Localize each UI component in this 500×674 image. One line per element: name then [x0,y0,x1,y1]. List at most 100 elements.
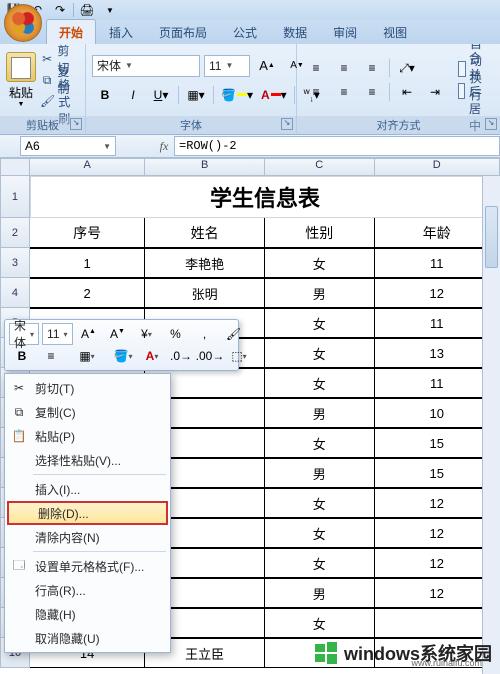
mini-comma[interactable]: , [192,323,218,345]
select-all-corner[interactable] [0,158,30,176]
orientation-button[interactable]: ⤢▾ [394,57,420,79]
tab-home[interactable]: 开始 [46,19,96,44]
tab-review[interactable]: 审阅 [320,19,370,44]
grow-font-button[interactable]: A▲ [254,55,280,77]
cell[interactable]: 序号 [30,218,146,248]
align-left-button[interactable]: ≡ [303,81,329,103]
ctx-paste[interactable]: 📋粘贴(P) [5,424,170,448]
ctx-copy[interactable]: ⧉复制(C) [5,400,170,424]
name-box[interactable]: A6▼ [20,136,116,156]
tab-view[interactable]: 视图 [370,19,420,44]
cell[interactable]: 张明 [145,278,265,308]
mini-percent[interactable]: % [163,323,189,345]
row-header[interactable]: 4 [0,278,30,308]
vertical-scrollbar[interactable] [482,176,500,674]
cell[interactable]: 男 [265,578,375,608]
decrease-indent-button[interactable]: ⇤ [394,81,420,103]
cell[interactable]: 男 [265,278,375,308]
qat-print[interactable]: 🖨 [77,1,97,19]
border-button[interactable]: ▦▾ [183,84,209,106]
formula-input[interactable]: =ROW()-2 [174,136,500,156]
mini-fill-color[interactable]: 🪣▾ [110,345,136,367]
align-top-button[interactable]: ≡ [303,57,329,79]
col-header-C[interactable]: C [265,158,375,176]
tab-data[interactable]: 数据 [270,19,320,44]
font-size-combo[interactable]: 11▼ [204,55,250,77]
bold-button[interactable]: B [92,84,118,106]
ctx-clear[interactable]: 清除内容(N) [5,525,170,549]
format-painter-button[interactable]: 🖌格式刷 [40,91,79,111]
align-right-button[interactable]: ≡ [359,81,385,103]
italic-button[interactable]: I [120,84,146,106]
mini-currency[interactable]: ¥▾ [134,323,160,345]
qat-redo[interactable]: ↷ [50,1,70,19]
fx-button[interactable]: fx [156,137,172,155]
mini-bold[interactable]: B [9,345,35,367]
col-header-B[interactable]: B [145,158,265,176]
ctx-paste-special[interactable]: 选择性粘贴(V)... [5,448,170,472]
mini-grow-font[interactable]: A▲ [76,323,102,345]
col-header-D[interactable]: D [375,158,500,176]
mini-size-combo[interactable]: 11▾ [42,323,72,345]
col-header-A[interactable]: A [30,158,146,176]
alignment-dialog-launcher[interactable]: ↘ [485,118,497,130]
cell[interactable]: 1 [30,248,146,278]
shrink-font-icon: A [290,60,297,71]
scroll-thumb[interactable] [485,206,498,268]
office-button[interactable] [4,4,42,42]
font-dialog-launcher[interactable]: ↘ [281,118,293,130]
chevron-down-icon: ▾ [409,61,415,75]
align-center-button[interactable]: ≡ [331,81,357,103]
cell[interactable]: 男 [265,398,375,428]
mini-format-painter[interactable]: 🖌 [221,323,247,345]
ctx-hide[interactable]: 隐藏(H) [5,602,170,626]
cell[interactable]: 男 [265,458,375,488]
clipboard-dialog-launcher[interactable]: ↘ [70,118,82,130]
ctx-row-height[interactable]: 行高(R)... [5,578,170,602]
cell[interactable]: 女 [265,488,375,518]
cell[interactable]: 李艳艳 [145,248,265,278]
cell[interactable]: 女 [265,368,375,398]
font-color-button[interactable]: A▾ [258,84,290,106]
cell[interactable]: 女 [265,518,375,548]
cell[interactable]: 女 [265,308,375,338]
title-cell[interactable]: 学生信息表 [30,176,500,218]
cell[interactable]: 女 [265,338,375,368]
increase-indent-button[interactable]: ⇥ [422,81,448,103]
underline-button[interactable]: U▾ [148,84,174,106]
fill-color-button[interactable]: 🪣▾ [218,84,256,106]
paste-button[interactable]: 粘贴 ▼ [6,52,36,108]
mini-dec-decimal[interactable]: .0→ [168,345,194,367]
ctx-insert[interactable]: 插入(I)... [5,477,170,501]
mini-align[interactable]: ≡ [38,345,64,367]
align-middle-button[interactable]: ≡ [331,57,357,79]
cell[interactable]: 女 [265,608,375,638]
mini-border[interactable]: ▦▾ [74,345,100,367]
mini-inc-decimal[interactable]: .00→ [197,345,223,367]
cell[interactable]: 性别 [265,218,375,248]
mini-merge[interactable]: ⬚▾ [226,345,252,367]
qat-more[interactable]: ▼ [100,1,120,19]
row-header[interactable]: 2 [0,218,30,248]
tab-formulas[interactable]: 公式 [220,19,270,44]
ctx-cut[interactable]: ✂剪切(T) [5,376,170,400]
mini-shrink-font[interactable]: A▼ [105,323,131,345]
row-header[interactable]: 1 [0,176,30,218]
ctx-delete[interactable]: 删除(D)... [7,501,168,525]
cell[interactable]: 女 [265,428,375,458]
context-menu: ✂剪切(T) ⧉复制(C) 📋粘贴(P) 选择性粘贴(V)... 插入(I)..… [4,373,171,653]
cell[interactable]: 女 [265,248,375,278]
ctx-format-cells[interactable]: 🗔设置单元格格式(F)... [5,554,170,578]
tab-layout[interactable]: 页面布局 [146,19,220,44]
font-name-combo[interactable]: 宋体▼ [92,55,200,77]
cell[interactable]: 2 [30,278,146,308]
mini-font-combo[interactable]: 宋体▾ [9,323,39,345]
cell[interactable]: 女 [265,548,375,578]
ctx-unhide[interactable]: 取消隐藏(U) [5,626,170,650]
row-header[interactable]: 3 [0,248,30,278]
cell[interactable]: 姓名 [145,218,265,248]
merge-center-button[interactable]: 合并后居中 [454,81,494,101]
align-bottom-button[interactable]: ≡ [359,57,385,79]
tab-insert[interactable]: 插入 [96,19,146,44]
mini-font-color[interactable]: A▾ [139,345,165,367]
